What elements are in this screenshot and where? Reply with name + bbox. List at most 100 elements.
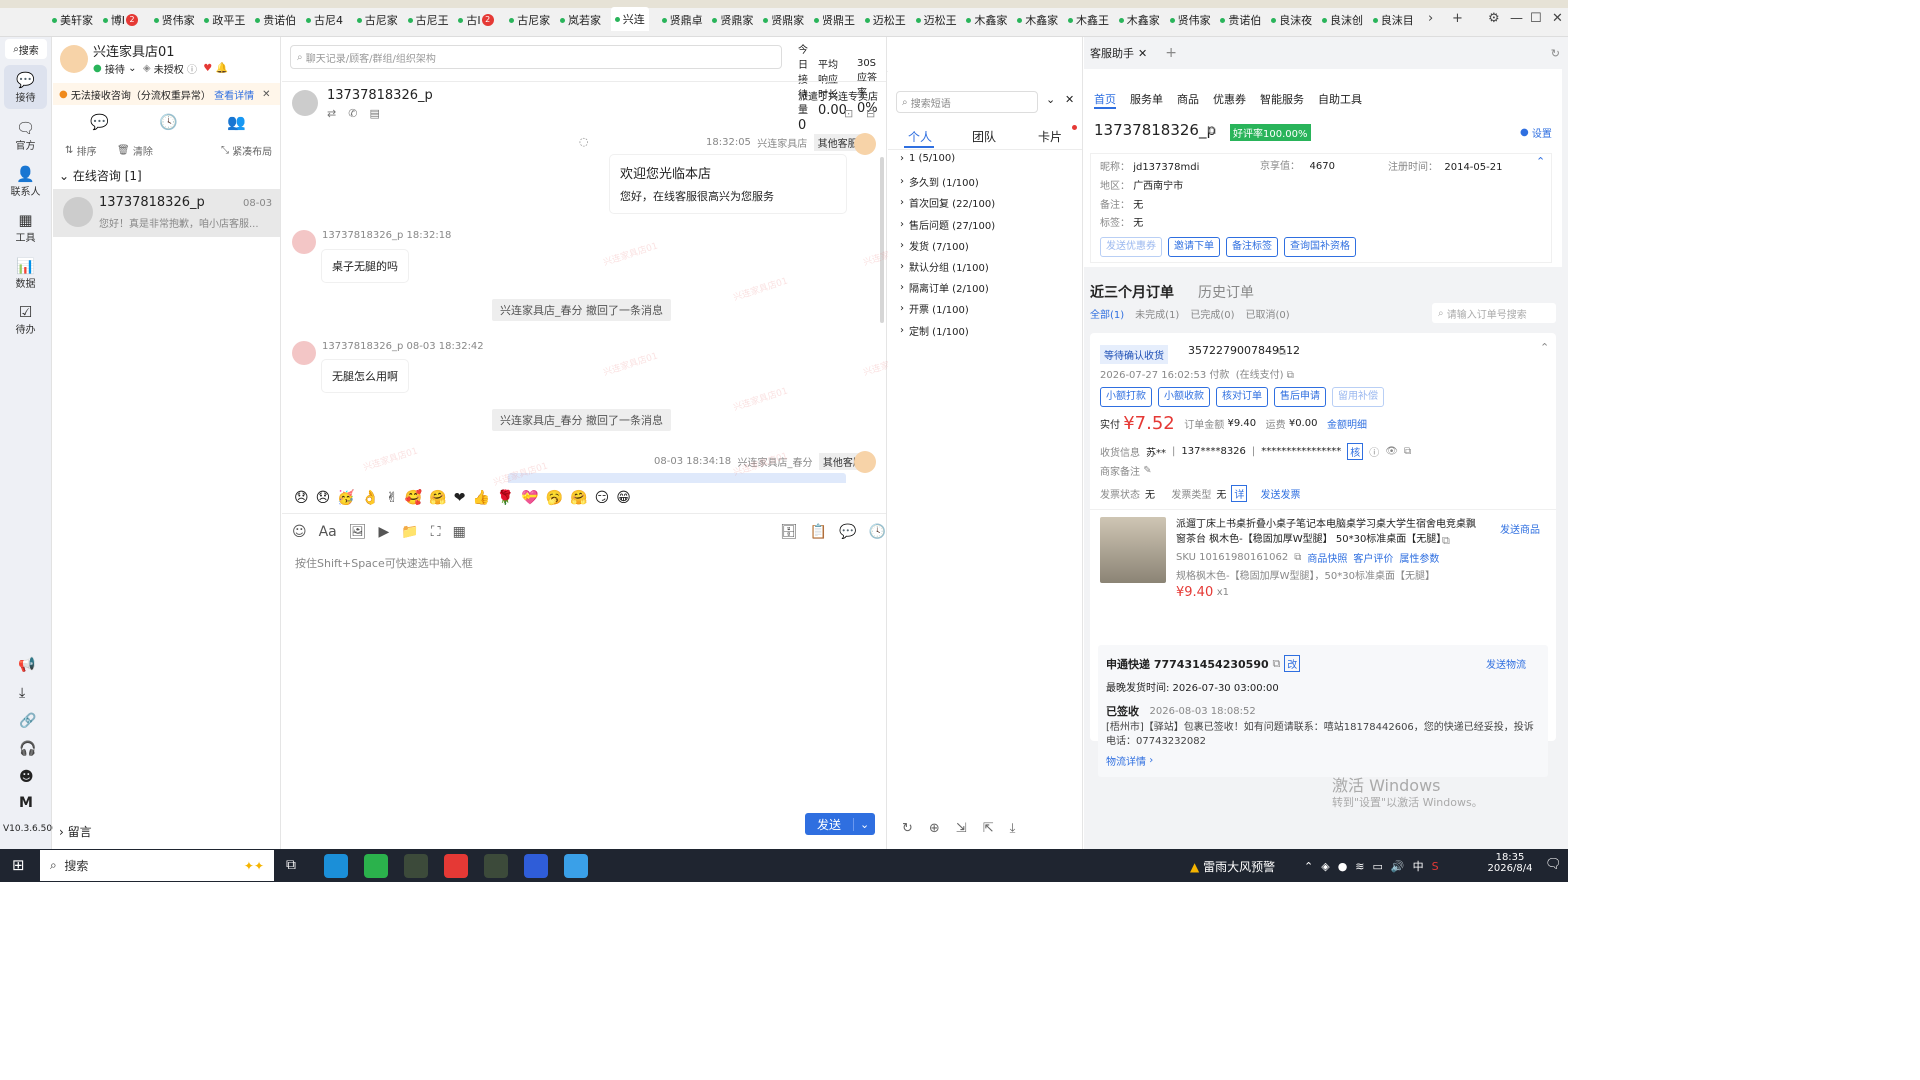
taskbar-search[interactable]: ⌕ 搜索 ✦✦	[40, 850, 274, 881]
rail-search-button[interactable]: ⌕ 搜索	[5, 39, 47, 59]
edit-icon[interactable]: ✎	[1143, 465, 1151, 476]
product-image[interactable]	[1100, 517, 1166, 583]
app-green2-icon[interactable]	[484, 854, 508, 878]
shop-tab[interactable]: 贤鼎卓	[661, 11, 703, 29]
retain-comp-button[interactable]: 留用补偿	[1332, 387, 1384, 407]
phrase-group[interactable]: › 售后问题 (27/100)	[900, 217, 995, 232]
font-icon[interactable]: Aa	[319, 524, 337, 540]
wechat-icon[interactable]	[364, 854, 388, 878]
emoji-item[interactable]: 🥳	[337, 490, 354, 506]
shop-tab[interactable]: 岚若家	[560, 11, 601, 29]
shield-icon[interactable]: ◈	[1321, 860, 1329, 873]
calculator-icon[interactable]: ▦	[453, 524, 466, 540]
import-icon[interactable]: ⇲	[956, 821, 967, 836]
note-icon[interactable]: ▤	[369, 107, 379, 120]
app-m-icon[interactable]	[524, 854, 548, 878]
settings-link[interactable]: ● 设置	[1520, 125, 1552, 140]
shop-tab[interactable]: 良沫夜	[1271, 11, 1312, 29]
windows-start-icon[interactable]: ⊞	[12, 856, 25, 874]
shop-tab[interactable]: 木鑫家	[966, 11, 1007, 29]
after-sale-button[interactable]: 售后申请	[1274, 387, 1326, 407]
shop-tab[interactable]: 古尼4	[306, 11, 343, 29]
close-icon[interactable]: ✕	[1138, 47, 1147, 60]
shop-tab[interactable]: 贤伟家	[153, 11, 195, 29]
export-icon[interactable]: ⇱	[983, 821, 994, 836]
image-icon[interactable]: 🖼	[349, 524, 367, 540]
chevron-up-icon[interactable]: ⌃	[1540, 341, 1549, 354]
emoji-item[interactable]: 😁	[616, 490, 631, 506]
minimize-icon[interactable]: —	[1510, 11, 1523, 26]
shop-tab[interactable]: 木鑫家	[1118, 11, 1160, 29]
invoice-detail-button[interactable]: 详	[1231, 485, 1248, 502]
reviews-link[interactable]: 客户评价	[1353, 550, 1393, 565]
emoji-item[interactable]: ✌	[386, 490, 398, 506]
global-search-input[interactable]: ⌕ 聊天记录/顾客/群组/组织架构	[290, 45, 782, 69]
phrase-group[interactable]: › 开票 (1/100)	[900, 301, 969, 316]
rail-item-todo[interactable]: ☑ 待办	[4, 297, 47, 341]
m-logo-icon[interactable]: M	[19, 795, 33, 811]
phrase-group[interactable]: › 1 (5/100)	[900, 153, 955, 164]
tab-history-orders[interactable]: 历史订单	[1198, 282, 1254, 302]
send-invoice-link[interactable]: 发送发票	[1261, 486, 1301, 501]
sort-button[interactable]: ⇅ 排序	[65, 143, 97, 158]
edge-icon[interactable]	[324, 854, 348, 878]
online-consult-group[interactable]: ⌄ 在线咨询 [1]	[59, 167, 142, 184]
notice-detail-link[interactable]: 查看详情	[214, 87, 254, 102]
download-icon[interactable]: ⤓	[1010, 821, 1016, 836]
add-circle-icon[interactable]: ⊕	[929, 821, 940, 836]
copy-icon[interactable]: ⧉	[1442, 534, 1450, 548]
emoji-item[interactable]: 🤗	[429, 490, 446, 506]
headset-icon[interactable]: 🎧	[19, 741, 36, 757]
refresh-icon[interactable]: ↻	[902, 821, 913, 836]
shop-tab[interactable]: 贤伟家	[1169, 11, 1211, 29]
emoji-item[interactable]: 😞	[294, 490, 309, 506]
rail-item-official[interactable]: 🗨 官方	[4, 113, 47, 157]
order-filter[interactable]: 全部(1)	[1090, 306, 1124, 321]
add-tab-icon[interactable]: +	[1452, 11, 1463, 26]
shop-tab[interactable]: 政平王	[204, 11, 245, 29]
copy-icon[interactable]: ⧉	[1294, 552, 1301, 563]
phrase-group[interactable]: › 首次回复 (22/100)	[900, 195, 995, 210]
emoji-item[interactable]: 👍	[472, 490, 489, 506]
gear-icon[interactable]: ⚙	[1488, 11, 1500, 26]
tab-personal[interactable]: 个人	[908, 128, 932, 145]
leave-message-group[interactable]: › 留言	[59, 823, 92, 840]
copy-icon[interactable]: ⧉	[1208, 124, 1216, 138]
phrase-group[interactable]: › 定制 (1/100)	[900, 323, 969, 338]
copy-icon[interactable]: ⧉	[1404, 446, 1411, 457]
folder-icon[interactable]: 📁	[401, 524, 418, 540]
shop-tab[interactable]: 兴连	[610, 7, 649, 31]
shop-tab[interactable]: 古尼家	[509, 11, 550, 29]
shop-tab[interactable]: 迈松王	[915, 11, 957, 29]
shop-tab[interactable]: 美轩家	[52, 11, 93, 29]
emoji-item[interactable]: 💝	[521, 490, 538, 506]
emoji-item[interactable]: ❤	[454, 490, 466, 506]
download-icon[interactable]: ⤓	[19, 685, 25, 701]
logistics-detail-link[interactable]: 物流详情 ›	[1106, 753, 1153, 768]
group-icon[interactable]: 👥	[227, 113, 246, 131]
volume-icon[interactable]: 🔊	[1391, 860, 1405, 873]
megaphone-icon[interactable]: 📢	[18, 657, 35, 673]
chevron-up-icon[interactable]: ⌃	[1536, 155, 1545, 168]
emoji-item[interactable]: 🥱	[546, 490, 563, 506]
message-input[interactable]: 按住Shift+Space可快速选中输入框	[295, 555, 473, 571]
close-icon[interactable]: ✕	[1065, 93, 1074, 106]
tab-recent-orders[interactable]: 近三个月订单	[1090, 282, 1174, 302]
weather-alert[interactable]: ▲ 雷雨大风预警	[1190, 858, 1275, 875]
assist-nav-tab[interactable]: 自助工具	[1318, 91, 1362, 107]
shop-tab[interactable]: 贵诺伯	[255, 11, 296, 29]
archive-icon[interactable]: 🗄	[780, 524, 798, 540]
rail-item-tools[interactable]: ▦ 工具	[4, 205, 47, 249]
emoji-item[interactable]: 🤗	[570, 490, 587, 506]
ime-indicator[interactable]: 中	[1413, 858, 1424, 874]
tab-card[interactable]: 卡片	[1038, 128, 1062, 145]
maximize-icon[interactable]: ☐	[1530, 11, 1542, 26]
invite-order-button[interactable]: 邀请下单	[1168, 237, 1220, 257]
verify-order-button[interactable]: 核对订单	[1216, 387, 1268, 407]
emoji-item[interactable]: 😞	[316, 490, 331, 506]
clock[interactable]: 18:35 2026/8/4	[1482, 852, 1538, 874]
small-collect-button[interactable]: 小额收款	[1158, 387, 1210, 407]
assist-nav-tab[interactable]: 商品	[1177, 91, 1199, 107]
sogou-icon[interactable]: S	[1432, 860, 1439, 873]
emoji-icon[interactable]: ☺	[292, 524, 307, 540]
